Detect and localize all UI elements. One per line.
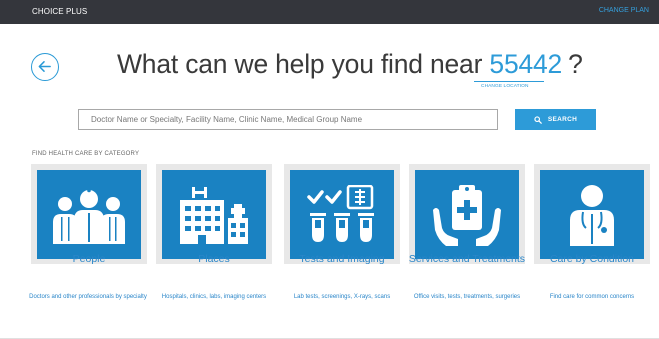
headline-suffix: ? [568, 49, 583, 79]
people-icon [53, 188, 125, 244]
category-tile [409, 164, 525, 264]
category-tile [31, 164, 147, 264]
category-card-tests[interactable]: Tests and Imaging [284, 164, 400, 284]
clipboard-hands-icon [433, 184, 501, 246]
search-button-label: SEARCH [547, 116, 578, 123]
category-tile [284, 164, 400, 264]
zip-code[interactable]: 55442 [489, 49, 562, 79]
search-input[interactable] [78, 109, 498, 130]
tile-background [415, 170, 519, 259]
plan-name: CHOICE PLUS [32, 7, 88, 16]
tile-background [540, 170, 644, 259]
arrow-left-icon [38, 61, 51, 72]
search-button[interactable]: SEARCH [515, 109, 596, 130]
zip-underline [474, 81, 544, 82]
search-icon [534, 115, 542, 124]
category-tile [534, 164, 650, 264]
top-bar: CHOICE PLUS CHANGE PLAN [0, 0, 659, 24]
category-description: Find care for common concerns [549, 294, 635, 300]
page-title: What can we help you find near 55442? [117, 49, 583, 80]
category-tile [156, 164, 272, 264]
tile-background [290, 170, 394, 259]
headline-prefix: What can we help you find near [117, 49, 483, 79]
change-plan-link[interactable]: CHANGE PLAN [599, 7, 649, 14]
category-card-services[interactable]: Services and Treatments [409, 164, 525, 284]
category-heading: FIND HEALTH CARE BY CATEGORY [32, 151, 140, 157]
change-location-link[interactable]: CHANGE LOCATION [481, 84, 529, 89]
test-tubes-icon [307, 184, 374, 242]
tile-background [37, 170, 141, 259]
doctor-icon [570, 184, 614, 246]
category-card-people[interactable]: People [31, 164, 147, 284]
category-card-places[interactable]: Places [156, 164, 272, 284]
category-card-condition[interactable]: Care by Condition [534, 164, 650, 284]
buildings-icon [180, 186, 248, 244]
tile-background [162, 170, 266, 259]
back-button[interactable] [31, 53, 59, 81]
category-title: Care by Condition [549, 253, 635, 265]
